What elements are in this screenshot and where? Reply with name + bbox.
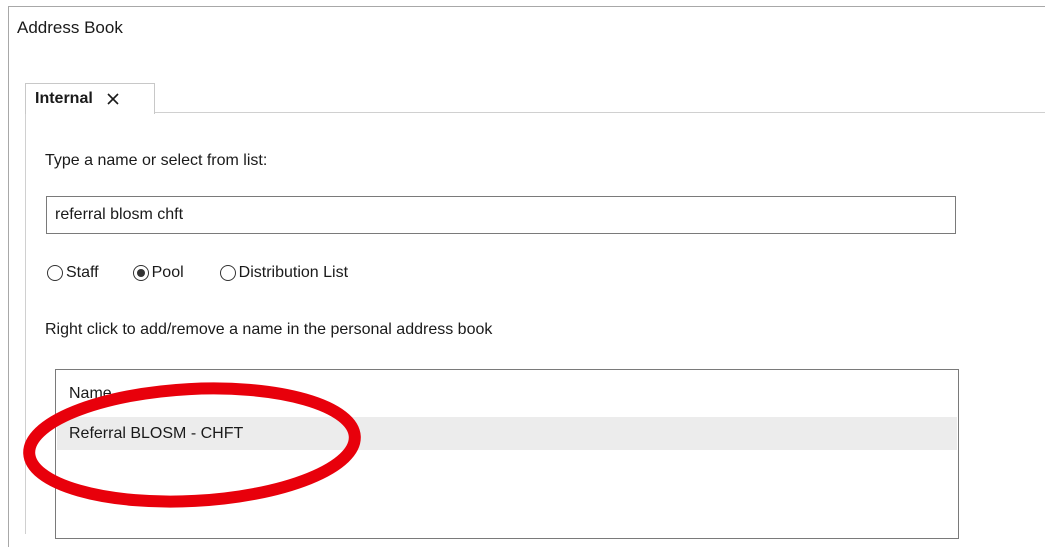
tabstrip-divider: [155, 112, 1045, 113]
radio-selected-dot: [136, 269, 145, 277]
radio-pool-circle[interactable]: [132, 265, 149, 281]
list-item-name: Referral BLOSM - CHFT: [69, 424, 244, 442]
radio-staff-circle[interactable]: [47, 265, 63, 281]
radio-pool[interactable]: Pool: [132, 264, 184, 282]
radio-distribution-list-label: Distribution List: [238, 264, 349, 281]
search-input[interactable]: [46, 196, 956, 234]
filter-radio-group: Staff Pool Distribution List: [47, 264, 348, 282]
column-header-name[interactable]: Name: [69, 385, 112, 403]
radio-distribution-list-circle[interactable]: [219, 265, 236, 281]
radio-staff-label: Staff: [66, 264, 99, 281]
hint-text: Right click to add/remove a name in the …: [45, 321, 493, 338]
close-icon[interactable]: [106, 92, 120, 106]
tab-panel-border: [25, 114, 26, 534]
list-item[interactable]: Referral BLOSM - CHFT: [57, 417, 957, 450]
radio-staff[interactable]: Staff: [47, 264, 99, 282]
tab-label: Internal: [35, 90, 93, 107]
window-title: Address Book: [17, 18, 123, 37]
radio-pool-label: Pool: [151, 264, 184, 281]
results-list[interactable]: Name Referral BLOSM - CHFT: [55, 369, 959, 539]
search-label: Type a name or select from list:: [45, 152, 268, 169]
radio-distribution-list[interactable]: Distribution List: [219, 264, 349, 282]
tab-internal[interactable]: Internal: [25, 83, 155, 114]
